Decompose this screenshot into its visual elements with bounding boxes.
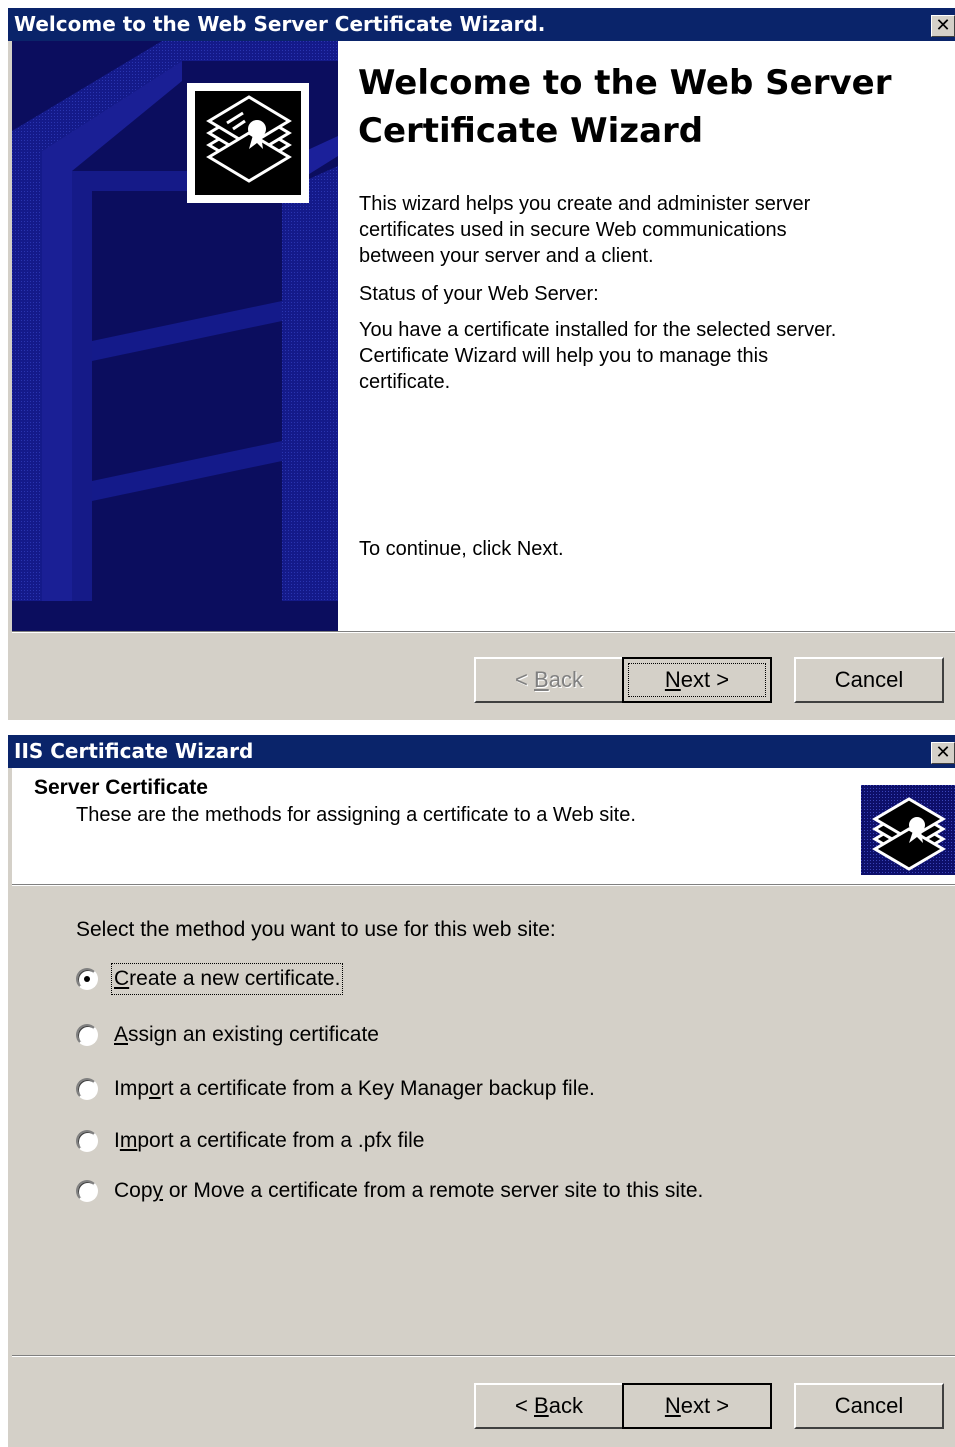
cancel-label: Cancel [834, 1393, 904, 1418]
welcome-window-title: Welcome to the Web Server Certificate Wi… [14, 12, 546, 36]
welcome-title-bar[interactable]: Welcome to the Web Server Certificate Wi… [8, 8, 955, 41]
radio-button[interactable] [76, 1180, 98, 1202]
cert-cancel-button[interactable]: Cancel [794, 1383, 944, 1429]
welcome-intro-text: This wizard helps you create and adminis… [359, 193, 811, 267]
header-title: Server Certificate [34, 776, 208, 799]
back-rest: ack [548, 1393, 583, 1418]
option-text: ssign an existing certificate [128, 1023, 379, 1046]
option-text: rt a certificate from a Key Manager back… [160, 1077, 595, 1100]
option-accel: y [152, 1179, 164, 1202]
radio-button[interactable] [76, 1130, 98, 1152]
option-label: Assign an existing certificate [112, 1020, 381, 1050]
wizard-header: Server Certificate These are the methods… [12, 768, 955, 884]
option-label: Import a certificate from a Key Manager … [112, 1074, 597, 1104]
iis-close-button[interactable]: ✕ [931, 742, 955, 764]
welcome-content-panel: Welcome to the Web Server Certificate Wi… [338, 41, 955, 631]
cancel-label: Cancel [834, 667, 904, 692]
next-rest: ext > [680, 1393, 730, 1418]
back-accel: B [534, 667, 549, 692]
method-prompt: Select the method you want to use for th… [76, 918, 556, 941]
back-rest: ack [548, 667, 583, 692]
header-subtitle: These are the methods for assigning a ce… [76, 804, 636, 826]
welcome-back-button[interactable]: < Back [474, 657, 624, 703]
option-text: reate a new certificate. [129, 967, 341, 990]
close-icon: ✕ [935, 15, 951, 36]
welcome-heading: Welcome to the Web Server Certificate Wi… [358, 63, 892, 151]
iis-title-bar[interactable]: IIS Certificate Wizard ✕ [8, 735, 955, 768]
option-accel: A [114, 1023, 129, 1046]
option-label: Import a certificate from a .pfx file [112, 1126, 426, 1156]
cert-next-button[interactable]: Next > [622, 1383, 772, 1429]
welcome-wizard-window: Welcome to the Web Server Certificate Wi… [8, 8, 955, 720]
option-accel: m [119, 1129, 138, 1152]
option-text: or Move a certificate from a remote serv… [163, 1179, 704, 1202]
certificate-icon [861, 785, 955, 875]
next-rest: ext > [680, 667, 730, 692]
certificate-icon-graphic [861, 785, 955, 875]
iis-certificate-wizard-window: IIS Certificate Wizard ✕ Server Certific… [8, 735, 955, 1447]
welcome-next-button[interactable]: Next > [622, 657, 772, 703]
radio-button[interactable] [76, 1078, 98, 1100]
next-accel: N [664, 667, 681, 692]
option-accel: C [114, 967, 130, 990]
radio-button[interactable] [76, 1024, 98, 1046]
option-text: port a certificate from a .pfx file [137, 1129, 425, 1152]
option-label: Create a new certificate. [110, 963, 344, 995]
option-text: Cop [114, 1179, 153, 1202]
next-accel: N [664, 1393, 681, 1418]
continue-text: To continue, click Next. [359, 538, 564, 560]
certificate-icon [187, 83, 309, 203]
welcome-close-button[interactable]: ✕ [931, 15, 955, 37]
cert-back-button[interactable]: < Back [474, 1383, 624, 1429]
back-accel: B [534, 1393, 549, 1418]
back-prefix: < [515, 1393, 535, 1418]
option-text: Imp [114, 1077, 150, 1100]
header-divider [12, 884, 955, 886]
radio-button-checked[interactable] [76, 968, 98, 990]
status-text: You have a certificate installed for the… [359, 319, 837, 393]
welcome-button-divider [12, 631, 955, 633]
option-label: Copy or Move a certificate from a remote… [112, 1176, 705, 1206]
wizard-side-banner [12, 41, 338, 631]
option-accel: o [149, 1077, 161, 1100]
close-icon: ✕ [935, 742, 951, 763]
status-label: Status of your Web Server: [359, 283, 599, 305]
cert-button-divider [12, 1355, 955, 1357]
iis-window-title: IIS Certificate Wizard [14, 739, 254, 763]
back-prefix: < [515, 667, 535, 692]
welcome-cancel-button[interactable]: Cancel [794, 657, 944, 703]
